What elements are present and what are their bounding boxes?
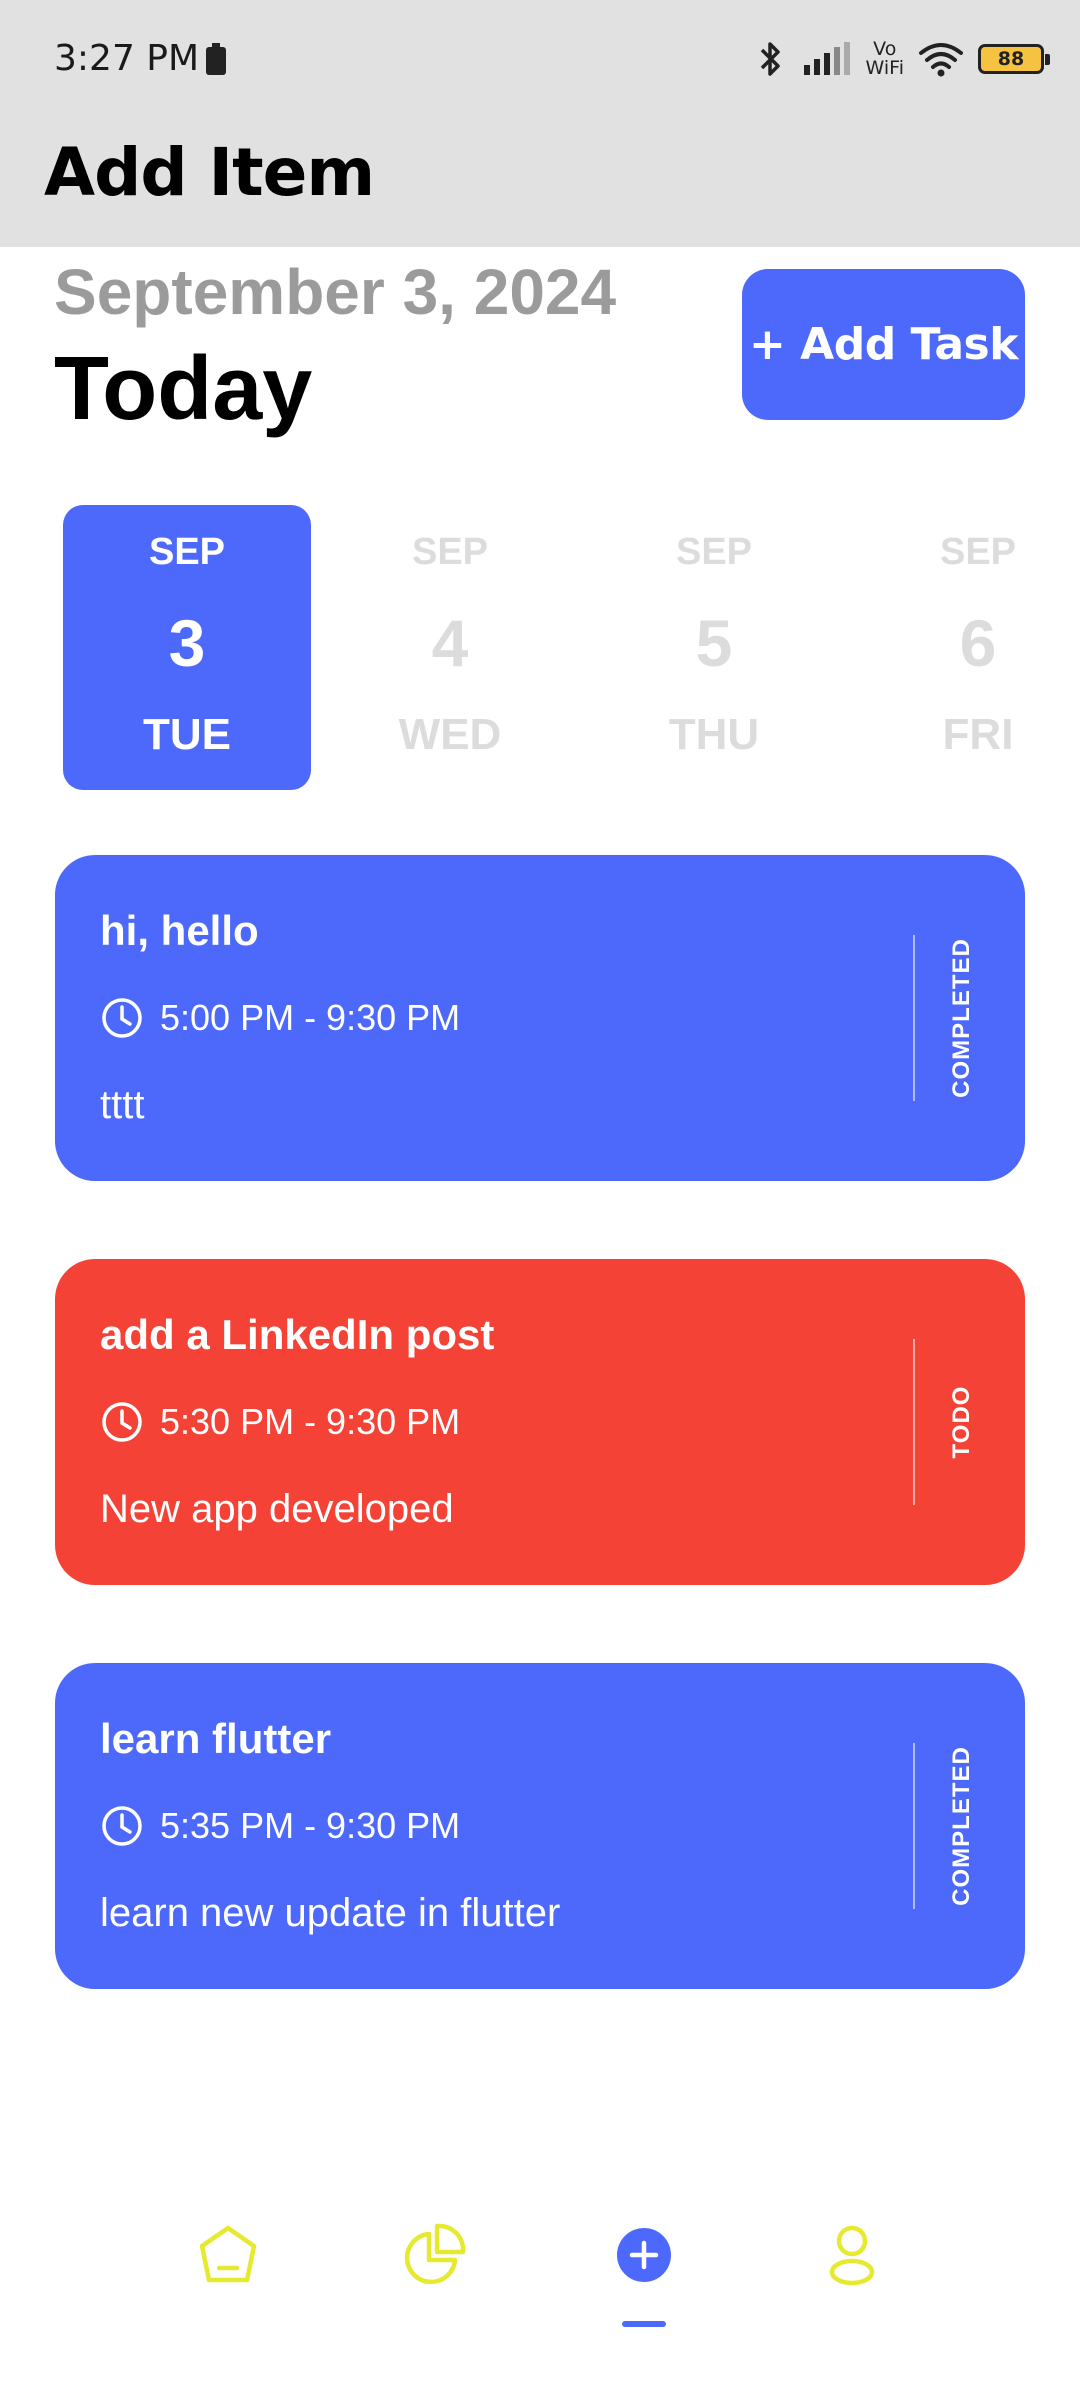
task-time-row: 5:30 PM - 9:30 PM <box>100 1399 460 1445</box>
home-icon <box>199 2225 257 2283</box>
card-divider <box>913 1339 915 1505</box>
bluetooth-icon <box>760 42 780 76</box>
clock-icon <box>102 998 142 1038</box>
date-weekday: TUE <box>143 710 231 759</box>
date-day: 5 <box>695 606 733 680</box>
date-item-sep-4[interactable]: SEP 4 WED <box>326 505 574 790</box>
nav-stats[interactable] <box>399 2222 469 2288</box>
date-month: SEP <box>939 531 1017 573</box>
vowifi-line2: WiFi <box>865 57 904 79</box>
date-day: 6 <box>959 606 997 680</box>
task-card[interactable]: learn flutter 5:35 PM - 9:30 PM learn ne… <box>55 1663 1025 1989</box>
task-time-row: 5:35 PM - 9:30 PM <box>100 1803 460 1849</box>
page-title: Add Item <box>44 134 375 211</box>
status-badge: COMPLETED <box>948 938 975 1098</box>
date-weekday: THU <box>668 710 760 759</box>
task-card[interactable]: hi, hello 5:00 PM - 9:30 PM tttt COMPLET… <box>55 855 1025 1181</box>
active-tab-indicator <box>622 2321 666 2327</box>
date-day: 3 <box>168 606 206 680</box>
task-title: add a LinkedIn post <box>100 1311 495 1358</box>
battery-icon: 88 <box>978 44 1050 74</box>
profile-icon <box>829 2225 875 2286</box>
date-month: SEP <box>411 531 489 573</box>
task-title: learn flutter <box>100 1715 332 1762</box>
status-badge: COMPLETED <box>948 1746 975 1906</box>
task-note: New app developed <box>100 1487 454 1531</box>
add-icon <box>617 2228 671 2282</box>
wifi-icon <box>919 43 963 77</box>
status-badge: TODO <box>948 1385 975 1459</box>
task-card[interactable]: add a LinkedIn post 5:30 PM - 9:30 PM Ne… <box>55 1259 1025 1585</box>
task-title: hi, hello <box>100 907 259 954</box>
nav-profile[interactable] <box>817 2222 887 2288</box>
pie-chart-icon <box>404 2223 466 2285</box>
date-month: SEP <box>675 531 753 573</box>
card-divider <box>913 935 915 1101</box>
task-note: learn new update in flutter <box>100 1891 561 1935</box>
nav-home[interactable] <box>193 2222 263 2288</box>
card-divider <box>913 1743 915 1909</box>
date-item-sep-3[interactable]: SEP 3 TUE <box>63 505 311 790</box>
date-day: 4 <box>431 606 469 680</box>
top-bar: 3:27 PM Vo WiFi 88 Add Item <box>0 0 1080 247</box>
nav-add[interactable] <box>609 2222 679 2288</box>
date-weekday: WED <box>398 710 502 759</box>
date-item-sep-5[interactable]: SEP 5 THU <box>590 505 838 790</box>
signal-icon <box>803 42 850 75</box>
task-time: 5:00 PM - 9:30 PM <box>160 997 461 1038</box>
today-heading: Today <box>54 339 313 439</box>
date-month: SEP <box>148 531 226 573</box>
battery-saver-icon <box>206 43 226 75</box>
status-icons: Vo WiFi 88 <box>754 34 1050 84</box>
date-weekday: FRI <box>942 710 1014 759</box>
clock-icon <box>102 1402 142 1442</box>
date-item-sep-6[interactable]: SEP 6 FRI <box>854 505 1080 790</box>
battery-level: 88 <box>997 48 1025 70</box>
current-date: September 3, 2024 <box>54 256 617 328</box>
add-task-button[interactable]: + Add Task <box>742 269 1025 420</box>
task-time-row: 5:00 PM - 9:30 PM <box>100 995 460 1041</box>
task-note: tttt <box>100 1083 145 1127</box>
task-time: 5:30 PM - 9:30 PM <box>160 1401 461 1442</box>
task-time: 5:35 PM - 9:30 PM <box>160 1805 461 1846</box>
status-time: 3:27 PM <box>54 38 200 79</box>
clock-icon <box>102 1806 142 1846</box>
vowifi-indicator: Vo WiFi <box>866 40 904 78</box>
